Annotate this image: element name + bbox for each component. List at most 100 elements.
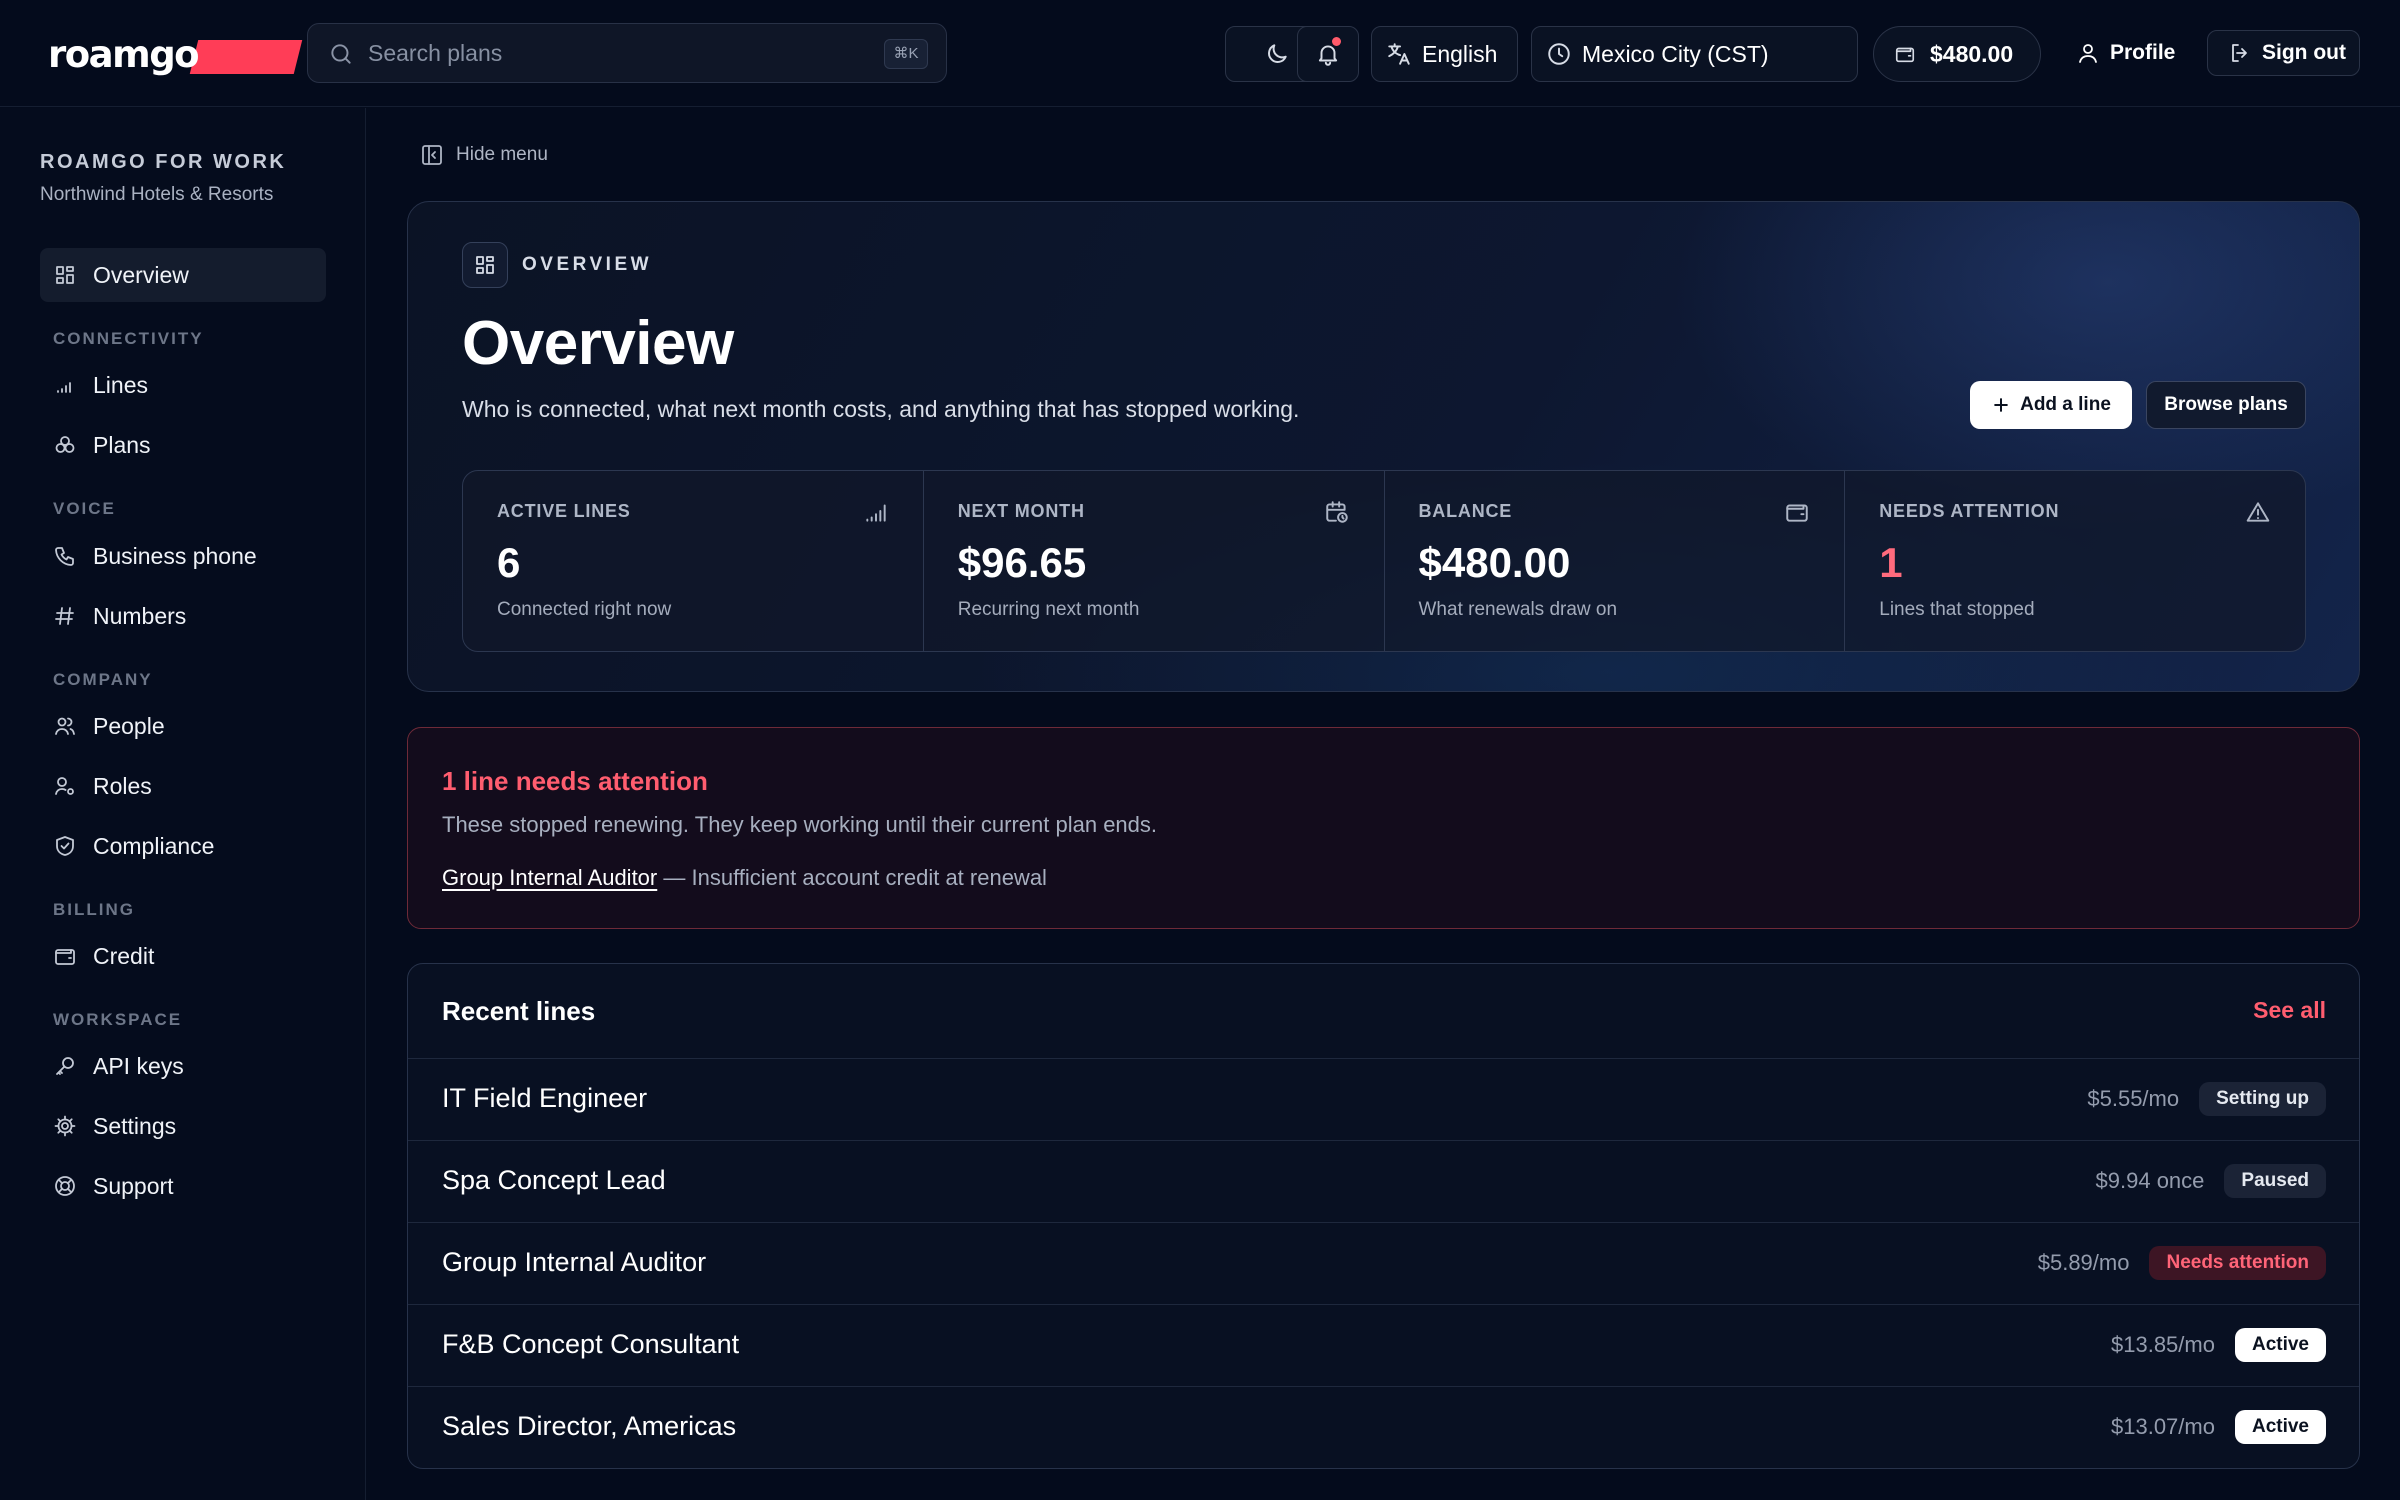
key-icon: [53, 1054, 77, 1078]
status-badge: Needs attention: [2149, 1246, 2326, 1280]
stat-caption: Recurring next month: [957, 599, 1140, 620]
stat-next-month: NEXT MONTH $96.65 Recurring next month: [924, 471, 1385, 651]
sidebar-item-business-phone[interactable]: Business phone: [40, 529, 326, 583]
hide-menu-label: Hide menu: [456, 144, 548, 165]
grid-icon: [53, 263, 77, 287]
roles-icon: [53, 774, 77, 798]
add-line-button[interactable]: Add a line: [1970, 381, 2132, 429]
sidebar-item-label: Numbers: [93, 603, 187, 629]
stat-label: ACTIVE LINES: [497, 501, 631, 521]
status-badge: Active: [2234, 1410, 2326, 1444]
phone-icon: [53, 544, 77, 568]
line-price: $5.89/mo: [2037, 1250, 2130, 1275]
table-row[interactable]: Spa Concept Lead $9.94 once Paused: [408, 1141, 2359, 1223]
sidebar: ROAMGO FOR WORK Northwind Hotels & Resor…: [0, 108, 366, 1500]
profile-button[interactable]: Profile: [2076, 26, 2175, 80]
sidebar-item-label: Credit: [93, 943, 155, 969]
stat-value: 6: [497, 539, 521, 586]
stat-label: NEEDS ATTENTION: [1879, 501, 2060, 521]
page-subtitle: Who is connected, what next month costs,…: [462, 396, 1300, 422]
hash-icon: [53, 604, 77, 628]
logo-accent-shape: [189, 40, 303, 74]
alert-line-reason: — Insufficient account credit at renewal: [663, 865, 1047, 890]
logo-text: roamgo: [48, 33, 200, 76]
sidebar-item-people[interactable]: People: [40, 699, 326, 753]
table-row[interactable]: Sales Director, Americas $13.07/mo Activ…: [408, 1387, 2359, 1468]
sidebar-item-label: Support: [93, 1173, 174, 1199]
sidebar-item-label: Compliance: [93, 833, 215, 859]
plans-icon: [53, 433, 77, 457]
section-label-company: COMPANY: [53, 670, 153, 689]
signal-icon: [53, 373, 77, 397]
stat-caption: Lines that stopped: [1879, 599, 2035, 620]
section-label-workspace: WORKSPACE: [53, 1010, 183, 1029]
search-bar[interactable]: ⌘K: [307, 23, 947, 83]
translate-icon: [1386, 41, 1412, 67]
status-badge: Paused: [2224, 1164, 2326, 1198]
sidebar-item-label: API keys: [93, 1053, 184, 1079]
lifebuoy-icon: [53, 1174, 77, 1198]
alert-title: 1 line needs attention: [442, 766, 708, 796]
balance-amount: $480.00: [1930, 40, 2014, 67]
notifications-button[interactable]: [1297, 26, 1359, 82]
grid-icon: [473, 253, 497, 277]
line-name: IT Field Engineer: [442, 1083, 648, 1113]
search-input[interactable]: [368, 24, 848, 82]
sidebar-item-label: Lines: [93, 372, 148, 398]
timezone-label: Mexico City (CST): [1582, 40, 1769, 67]
section-label-billing: BILLING: [53, 900, 135, 919]
sidebar-item-lines[interactable]: Lines: [40, 358, 326, 412]
sidebar-item-plans[interactable]: Plans: [40, 418, 326, 472]
sidebar-collapse-icon: [420, 143, 444, 167]
sidebar-item-label: Business phone: [93, 543, 257, 569]
stat-balance: BALANCE $480.00 What renewals draw on: [1385, 471, 1846, 651]
sidebar-item-overview[interactable]: Overview: [40, 248, 326, 302]
hero-eyebrow: OVERVIEW: [522, 254, 653, 275]
plus-icon: [1991, 395, 2011, 415]
alert-description: These stopped renewing. They keep workin…: [442, 812, 1158, 837]
org-label: ROAMGO FOR WORK: [40, 151, 287, 173]
sidebar-item-label: Settings: [93, 1113, 177, 1139]
stat-label: NEXT MONTH: [957, 501, 1085, 521]
see-all-link[interactable]: See all: [2253, 997, 2326, 1024]
stat-value: $96.65: [957, 539, 1087, 586]
roamgo-logo[interactable]: roamgo: [48, 33, 303, 76]
balance-button[interactable]: $480.00: [1873, 26, 2041, 82]
timezone-selector[interactable]: Mexico City (CST): [1531, 26, 1858, 82]
sign-out-button[interactable]: Sign out: [2207, 30, 2360, 76]
warning-icon: [2245, 499, 2271, 525]
sidebar-item-credit[interactable]: Credit: [40, 929, 326, 983]
user-icon: [2076, 41, 2100, 65]
wallet-icon: [1894, 43, 1916, 65]
gear-icon: [53, 1114, 77, 1138]
sidebar-item-label: Roles: [93, 773, 152, 799]
line-price: $13.07/mo: [2111, 1414, 2215, 1439]
stat-active-lines: ACTIVE LINES 6 Connected right now: [463, 471, 924, 651]
sidebar-item-api-keys[interactable]: API keys: [40, 1039, 326, 1093]
sign-out-label: Sign out: [2262, 41, 2346, 64]
add-line-label: Add a line: [2020, 394, 2111, 415]
line-price: $9.94 once: [2095, 1168, 2205, 1193]
shield-check-icon: [53, 834, 77, 858]
page-title: Overview: [462, 309, 734, 378]
browse-plans-button[interactable]: Browse plans: [2146, 381, 2306, 429]
recent-lines-card: Recent lines See all IT Field Engineer $…: [407, 963, 2360, 1469]
table-row[interactable]: F&B Concept Consultant $13.85/mo Active: [408, 1305, 2359, 1387]
stat-value: 1: [1879, 539, 1903, 586]
alert-line-link[interactable]: Group Internal Auditor: [442, 865, 657, 890]
hide-menu-button[interactable]: Hide menu: [420, 142, 548, 168]
sidebar-item-support[interactable]: Support: [40, 1159, 326, 1213]
table-row[interactable]: Group Internal Auditor $5.89/mo Needs at…: [408, 1223, 2359, 1305]
sidebar-item-roles[interactable]: Roles: [40, 759, 326, 813]
stat-value: $480.00: [1418, 539, 1571, 586]
stat-caption: Connected right now: [497, 599, 672, 620]
stat-label: BALANCE: [1418, 501, 1513, 521]
sidebar-item-label: People: [93, 713, 165, 739]
language-selector[interactable]: English: [1371, 26, 1518, 82]
sidebar-item-settings[interactable]: Settings: [40, 1099, 326, 1153]
wallet-icon: [53, 944, 77, 968]
table-row[interactable]: IT Field Engineer $5.55/mo Setting up: [408, 1059, 2359, 1141]
recent-lines-title: Recent lines: [442, 996, 596, 1026]
sidebar-item-compliance[interactable]: Compliance: [40, 819, 326, 873]
sidebar-item-numbers[interactable]: Numbers: [40, 589, 326, 643]
